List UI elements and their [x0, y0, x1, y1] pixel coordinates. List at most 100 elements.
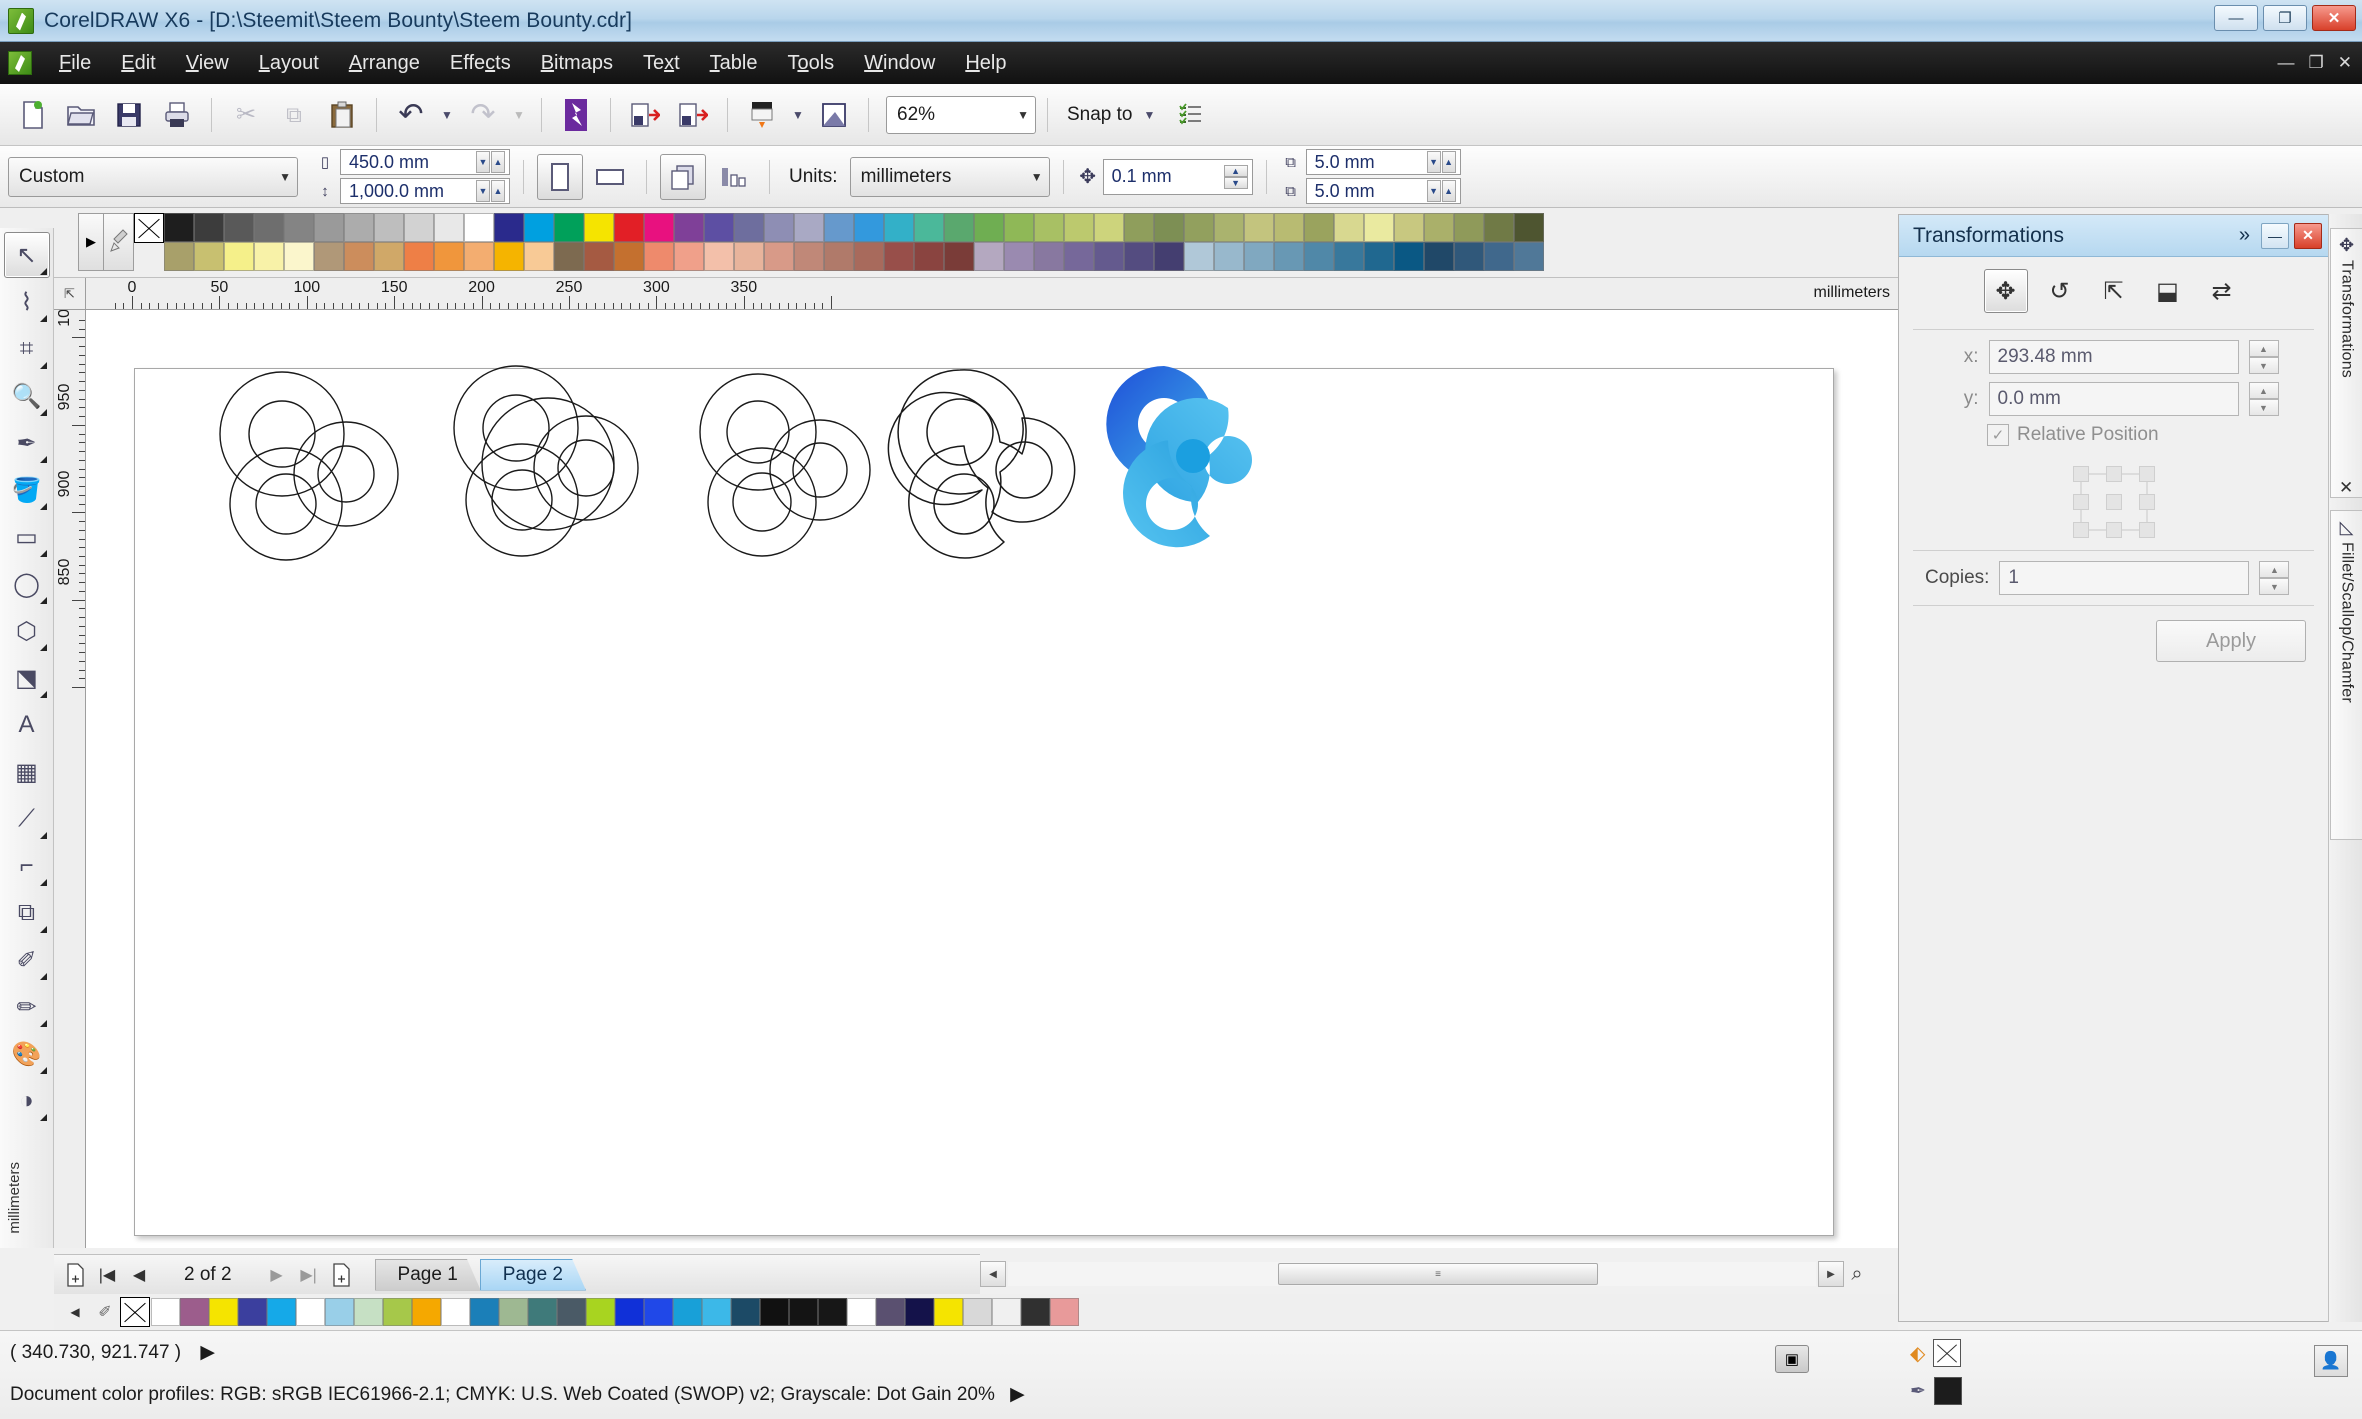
- palette-eyedropper-icon[interactable]: ✐: [90, 1297, 120, 1327]
- freehand-tool[interactable]: ✒: [4, 420, 50, 466]
- color-swatch[interactable]: [1364, 213, 1394, 242]
- minimize-button[interactable]: —: [2214, 5, 2258, 31]
- open-document-icon[interactable]: [58, 92, 104, 138]
- no-color-swatch[interactable]: [134, 213, 164, 243]
- wireframe-outline-4[interactable]: [886, 362, 1096, 572]
- skew-tab[interactable]: ⇄: [2200, 269, 2244, 313]
- color-swatch[interactable]: [794, 242, 824, 271]
- anchor-middle-right[interactable]: [2138, 494, 2155, 510]
- color-swatch[interactable]: [673, 1298, 702, 1326]
- anchor-bottom-left[interactable]: [2072, 522, 2089, 538]
- color-swatch[interactable]: [404, 213, 434, 242]
- color-swatch[interactable]: [1124, 242, 1154, 271]
- portrait-icon[interactable]: [537, 153, 583, 200]
- color-swatch[interactable]: [284, 242, 314, 271]
- color-swatch[interactable]: [934, 1298, 963, 1326]
- color-swatch[interactable]: [374, 213, 404, 242]
- color-swatch[interactable]: [314, 213, 344, 242]
- wireframe-rings-1[interactable]: [204, 362, 414, 572]
- color-swatch[interactable]: [905, 1298, 934, 1326]
- page-tab-page-2[interactable]: Page 2: [480, 1259, 586, 1291]
- color-swatch[interactable]: [1184, 242, 1214, 271]
- anchor-top-right[interactable]: [2138, 466, 2155, 482]
- page-height-field[interactable]: 1,000.0 mm ▼ ▲: [340, 178, 510, 204]
- undo-dropdown-arrow[interactable]: ▼: [436, 92, 458, 138]
- save-document-icon[interactable]: [106, 92, 152, 138]
- transformations-edge-close[interactable]: ✕: [2339, 478, 2353, 498]
- scroll-left-button[interactable]: ◀: [980, 1261, 1006, 1287]
- prev-page-button[interactable]: ◀: [124, 1260, 154, 1290]
- apply-button[interactable]: Apply: [2156, 620, 2306, 662]
- color-swatch[interactable]: [644, 1298, 673, 1326]
- all-pages-icon[interactable]: [660, 153, 706, 200]
- position-y-up[interactable]: ▲: [2248, 382, 2279, 399]
- color-swatch[interactable]: [470, 1298, 499, 1326]
- color-swatch[interactable]: [1484, 242, 1514, 271]
- color-swatch[interactable]: [224, 242, 254, 271]
- drawing-canvas[interactable]: [86, 310, 1898, 1248]
- add-page-end-button[interactable]: [326, 1260, 356, 1290]
- anchor-middle-left[interactable]: [2072, 494, 2089, 510]
- page-height-up[interactable]: ▲: [491, 180, 505, 202]
- flyout-arrow-icon[interactable]: [39, 409, 47, 416]
- color-swatch[interactable]: [254, 242, 284, 271]
- color-eyedropper-tool[interactable]: ✐: [4, 937, 50, 983]
- color-swatch[interactable]: [209, 1298, 238, 1326]
- color-swatch[interactable]: [584, 213, 614, 242]
- smart-fill-tool[interactable]: 🪣: [4, 467, 50, 513]
- color-swatch[interactable]: [344, 213, 374, 242]
- docker-expand-icon[interactable]: »: [2233, 224, 2256, 247]
- color-swatch[interactable]: [1274, 242, 1304, 271]
- color-swatch[interactable]: [1064, 242, 1094, 271]
- color-swatch[interactable]: [383, 1298, 412, 1326]
- palette-scroll-button[interactable]: ▶: [78, 213, 104, 271]
- color-swatch[interactable]: [586, 1298, 615, 1326]
- undo-icon[interactable]: ↶: [388, 92, 434, 138]
- color-swatch[interactable]: [1454, 242, 1484, 271]
- page-width-down[interactable]: ▼: [476, 151, 490, 173]
- document-icon[interactable]: [8, 51, 32, 75]
- menu-text[interactable]: Text: [628, 48, 695, 79]
- color-swatch[interactable]: [644, 213, 674, 242]
- color-swatch[interactable]: [1364, 242, 1394, 271]
- color-swatch[interactable]: [914, 242, 944, 271]
- color-swatch[interactable]: [194, 213, 224, 242]
- color-swatch[interactable]: [224, 213, 254, 242]
- color-swatch[interactable]: [974, 242, 1004, 271]
- anchor-bottom-center[interactable]: [2105, 522, 2122, 538]
- color-swatch[interactable]: [1021, 1298, 1050, 1326]
- polygon-tool[interactable]: ⬡: [4, 608, 50, 654]
- size-tab[interactable]: ⬓: [2146, 269, 2190, 313]
- color-swatch[interactable]: [284, 213, 314, 242]
- steem-bounty-logo[interactable]: [1094, 358, 1294, 558]
- color-swatch[interactable]: [1394, 242, 1424, 271]
- bottom-no-color-swatch[interactable]: [120, 1297, 150, 1327]
- color-swatch[interactable]: [704, 242, 734, 271]
- docker-close-button[interactable]: ✕: [2294, 222, 2322, 249]
- color-swatch[interactable]: [1154, 242, 1184, 271]
- flyout-arrow-icon[interactable]: [39, 926, 47, 933]
- fill-tool[interactable]: 🎨: [4, 1031, 50, 1077]
- flyout-arrow-icon[interactable]: [39, 362, 47, 369]
- color-swatch[interactable]: [325, 1298, 354, 1326]
- color-swatch[interactable]: [164, 213, 194, 242]
- color-swatch[interactable]: [434, 242, 464, 271]
- color-swatch[interactable]: [1304, 242, 1334, 271]
- color-swatch[interactable]: [528, 1298, 557, 1326]
- duplicate-x-field[interactable]: 5.0 mm ▼ ▲: [1305, 149, 1461, 175]
- color-swatch[interactable]: [314, 242, 344, 271]
- doc-close-button[interactable]: ✕: [2338, 53, 2352, 73]
- relative-position-checkbox[interactable]: ✓: [1987, 424, 2009, 446]
- camera-icon[interactable]: ▣: [1775, 1345, 1809, 1373]
- color-swatch[interactable]: [734, 213, 764, 242]
- add-page-start-button[interactable]: [60, 1260, 90, 1290]
- position-y-down[interactable]: ▼: [2248, 399, 2279, 416]
- color-swatch[interactable]: [1454, 213, 1484, 242]
- color-swatch[interactable]: [876, 1298, 905, 1326]
- anchor-center[interactable]: [2105, 494, 2122, 510]
- flyout-arrow-icon[interactable]: [39, 879, 47, 886]
- color-swatch[interactable]: [824, 213, 854, 242]
- print-icon[interactable]: [154, 92, 200, 138]
- color-swatch[interactable]: [1094, 213, 1124, 242]
- paste-icon[interactable]: [319, 92, 365, 138]
